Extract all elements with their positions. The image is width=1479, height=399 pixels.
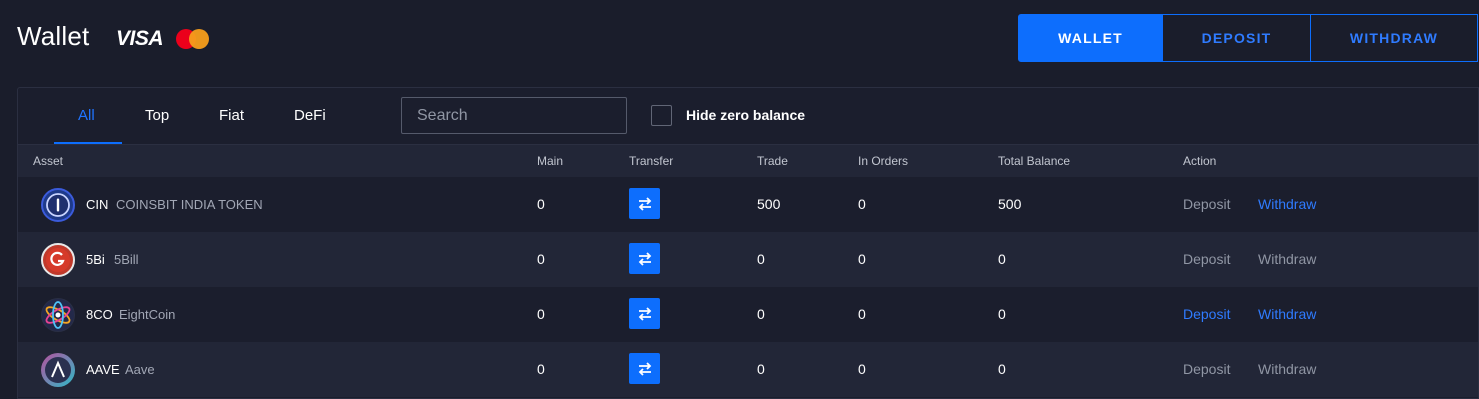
hide-zero-checkbox[interactable] — [651, 105, 672, 126]
asset-name: EightCoin — [119, 307, 176, 322]
asset-name: 5Bill — [114, 252, 139, 267]
table-header: Asset Main Transfer Trade In Orders Tota… — [18, 144, 1478, 177]
trade-balance: 0 — [757, 251, 765, 267]
asset-symbol: AAVE — [86, 362, 120, 377]
tab-withdraw[interactable]: WITHDRAW — [1311, 14, 1478, 62]
asset-name: Aave — [125, 362, 155, 377]
aave-coin-icon — [41, 353, 75, 387]
tab-deposit[interactable]: DEPOSIT — [1163, 14, 1311, 62]
table-row: 8CO EightCoin 0 0 0 0 Deposit Withdraw — [18, 287, 1478, 342]
in-orders-balance: 0 — [858, 251, 866, 267]
main-balance: 0 — [537, 251, 545, 267]
table-row: CIN COINSBIT INDIA TOKEN 0 500 0 500 Dep… — [18, 177, 1478, 232]
hide-zero-label: Hide zero balance — [686, 107, 806, 123]
assets-panel: All Top Fiat DeFi Hide zero balance Asse… — [17, 87, 1479, 399]
table-row: AAVE Aave 0 0 0 0 Deposit Withdraw — [18, 342, 1478, 397]
page-title: Wallet — [17, 21, 90, 51]
transfer-icon — [638, 306, 651, 321]
trade-balance: 500 — [757, 196, 781, 212]
column-transfer: Transfer — [629, 154, 674, 168]
withdraw-link[interactable]: Withdraw — [1258, 361, 1316, 377]
filter-top[interactable]: Top — [145, 107, 169, 124]
mastercard-logo — [176, 29, 210, 49]
filter-all[interactable]: All — [78, 107, 95, 124]
column-total-balance: Total Balance — [998, 154, 1071, 168]
visa-logo: VISA — [116, 27, 164, 50]
transfer-button[interactable] — [629, 243, 660, 274]
withdraw-link[interactable]: Withdraw — [1258, 196, 1316, 212]
deposit-link[interactable]: Deposit — [1183, 196, 1230, 212]
transfer-button[interactable] — [629, 353, 660, 384]
asset-symbol: 5Bi — [86, 252, 105, 267]
transfer-icon — [638, 196, 651, 211]
5bi-coin-icon — [41, 243, 75, 277]
asset-symbol: CIN — [86, 197, 109, 212]
in-orders-balance: 0 — [858, 196, 866, 212]
asset-name: COINSBIT INDIA TOKEN — [116, 197, 263, 212]
deposit-link[interactable]: Deposit — [1183, 251, 1230, 267]
total-balance: 500 — [998, 196, 1022, 212]
search-input[interactable] — [401, 97, 627, 134]
deposit-link[interactable]: Deposit — [1183, 306, 1230, 322]
in-orders-balance: 0 — [858, 306, 866, 322]
column-asset: Asset — [33, 154, 64, 168]
in-orders-balance: 0 — [858, 361, 866, 377]
cin-coin-icon — [41, 188, 75, 222]
total-balance: 0 — [998, 361, 1006, 377]
transfer-icon — [638, 361, 651, 376]
column-action: Action — [1183, 154, 1217, 168]
deposit-link[interactable]: Deposit — [1183, 361, 1230, 377]
asset-symbol: 8CO — [86, 307, 113, 322]
transfer-button[interactable] — [629, 188, 660, 219]
column-trade: Trade — [757, 154, 788, 168]
main-balance: 0 — [537, 306, 545, 322]
wallet-tabs: WALLET DEPOSIT WITHDRAW — [1018, 14, 1478, 62]
8co-coin-icon — [41, 298, 75, 332]
tab-wallet[interactable]: WALLET — [1018, 14, 1163, 62]
total-balance: 0 — [998, 306, 1006, 322]
main-balance: 0 — [537, 361, 545, 377]
table-row: 5Bi 5Bill 0 0 0 0 Deposit Withdraw — [18, 232, 1478, 287]
trade-balance: 0 — [757, 361, 765, 377]
total-balance: 0 — [998, 251, 1006, 267]
column-main: Main — [537, 154, 564, 168]
withdraw-link[interactable]: Withdraw — [1258, 306, 1316, 322]
filter-bar: All Top Fiat DeFi Hide zero balance — [18, 88, 1478, 144]
transfer-button[interactable] — [629, 298, 660, 329]
filter-defi[interactable]: DeFi — [294, 107, 326, 124]
trade-balance: 0 — [757, 306, 765, 322]
transfer-icon — [638, 251, 651, 266]
column-in-orders: In Orders — [858, 154, 909, 168]
filter-fiat[interactable]: Fiat — [219, 107, 244, 124]
withdraw-link[interactable]: Withdraw — [1258, 251, 1316, 267]
main-balance: 0 — [537, 196, 545, 212]
